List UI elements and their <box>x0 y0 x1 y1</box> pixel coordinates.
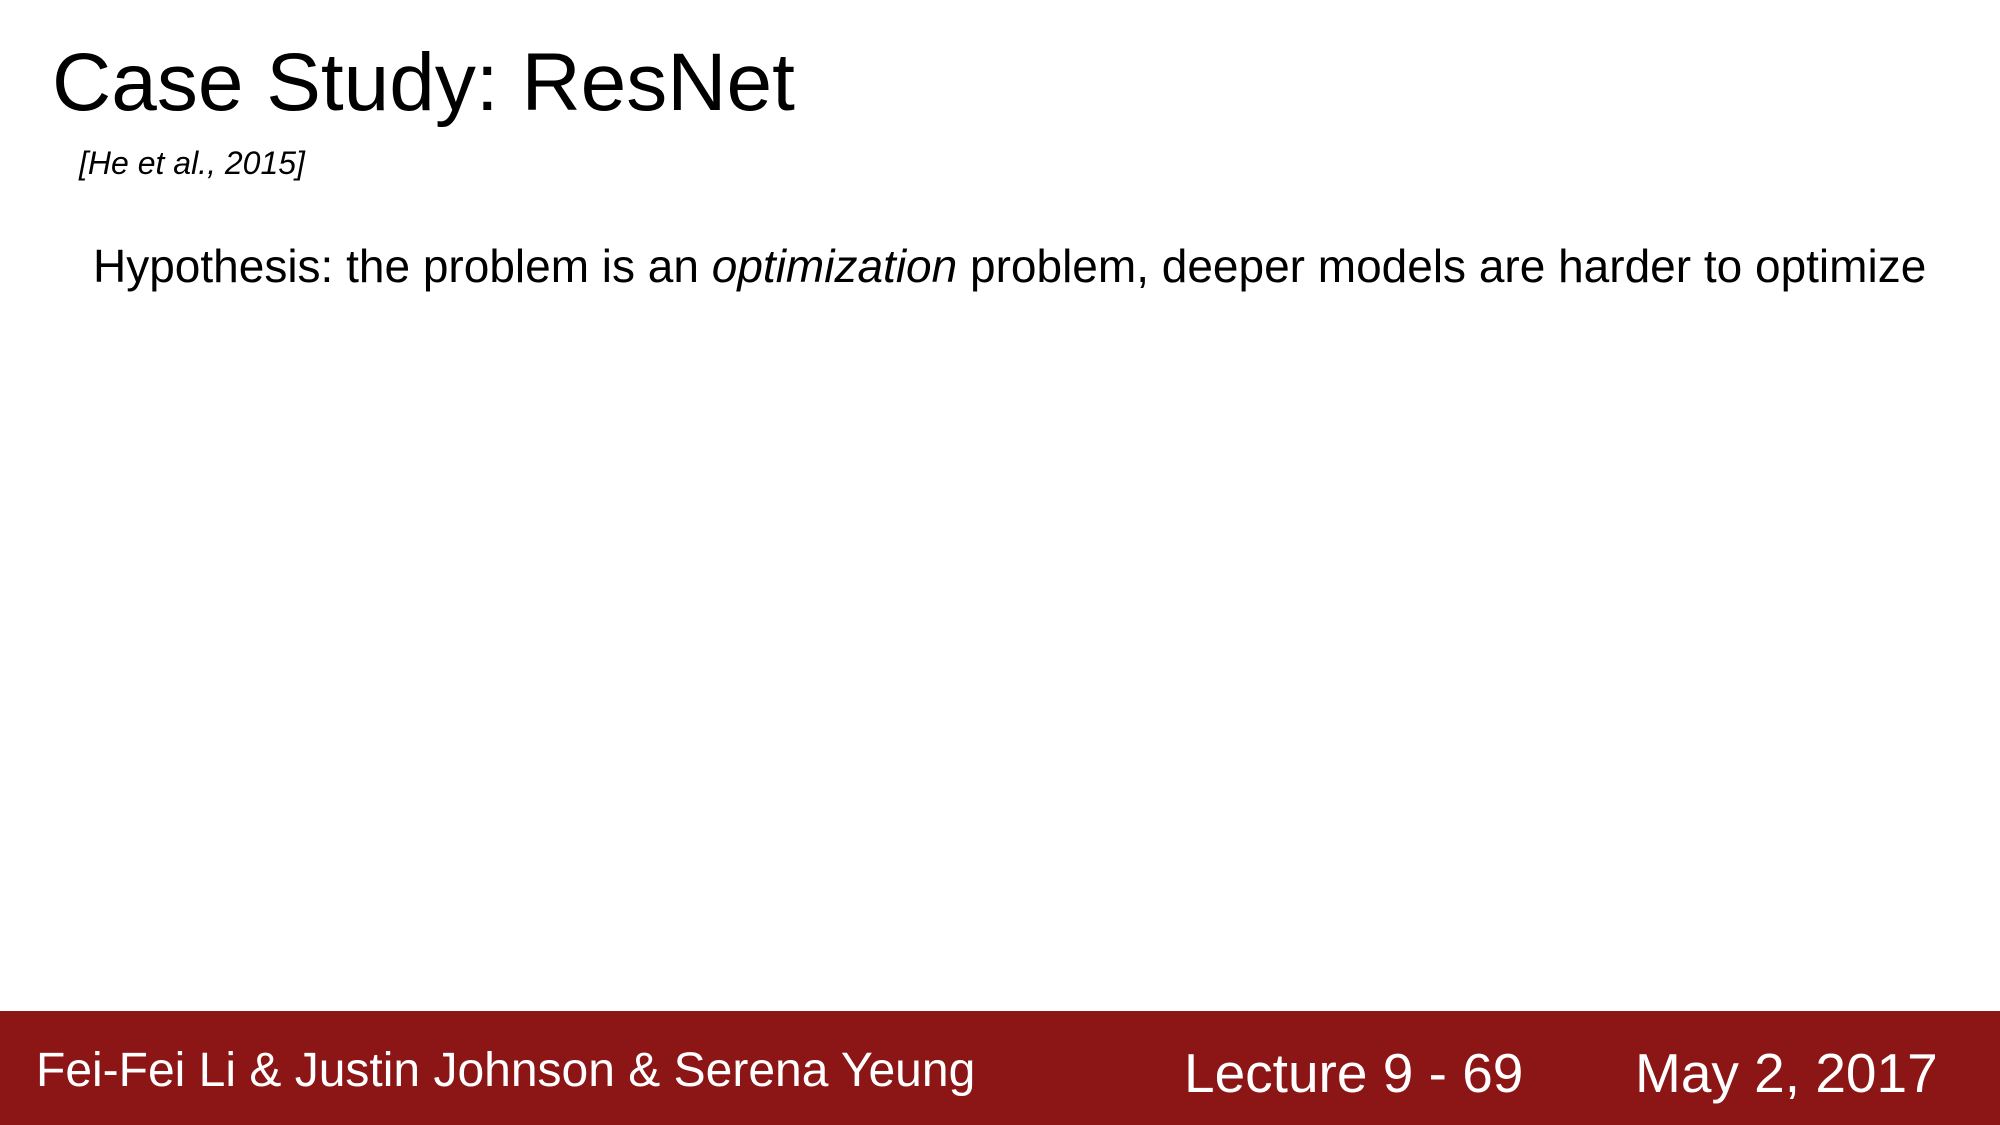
hypothesis-emphasis: optimization <box>711 240 958 292</box>
footer-bar: Fei-Fei Li & Justin Johnson & Serena Yeu… <box>0 1011 2000 1125</box>
hypothesis-text: Hypothesis: the problem is an optimizati… <box>93 236 1953 297</box>
citation: [He et al., 2015] <box>79 145 305 181</box>
footer-lecture-number: Lecture 9 - 69 <box>1184 1042 1524 1104</box>
footer-authors: Fei-Fei Li & Justin Johnson & Serena Yeu… <box>36 1044 976 1097</box>
hypothesis-text-start: Hypothesis: the problem is an <box>93 240 712 292</box>
hypothesis-text-end: problem, deeper models are harder to opt… <box>957 240 1927 292</box>
footer-date: May 2, 2017 <box>1635 1042 1938 1104</box>
slide-title: Case Study: ResNet <box>52 37 795 128</box>
